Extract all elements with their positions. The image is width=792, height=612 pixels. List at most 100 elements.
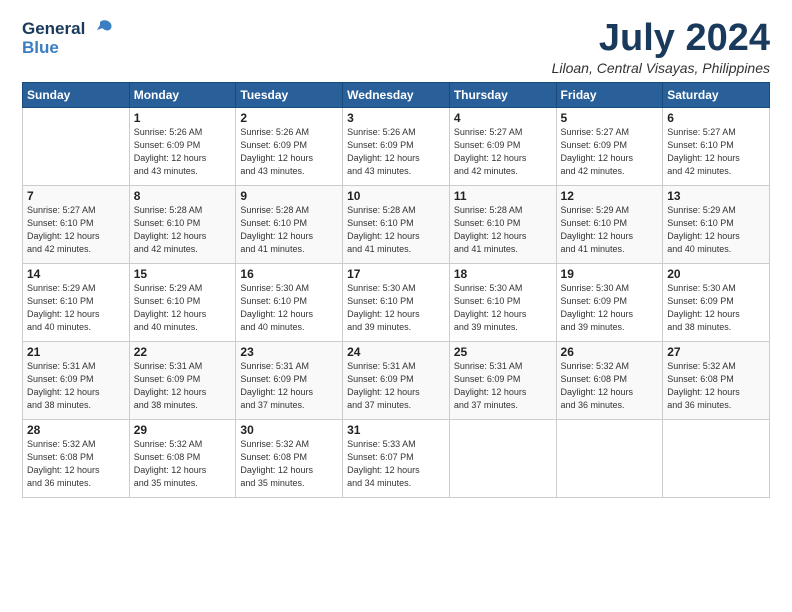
- logo-general: General: [22, 19, 85, 39]
- calendar-cell: 21Sunrise: 5:31 AM Sunset: 6:09 PM Dayli…: [23, 341, 130, 419]
- day-number: 22: [134, 345, 232, 359]
- calendar-cell: 9Sunrise: 5:28 AM Sunset: 6:10 PM Daylig…: [236, 185, 343, 263]
- dow-header-tuesday: Tuesday: [236, 82, 343, 107]
- dow-header-saturday: Saturday: [663, 82, 770, 107]
- day-info: Sunrise: 5:31 AM Sunset: 6:09 PM Dayligh…: [347, 360, 445, 412]
- day-number: 15: [134, 267, 232, 281]
- dow-header-thursday: Thursday: [449, 82, 556, 107]
- calendar-body: 1Sunrise: 5:26 AM Sunset: 6:09 PM Daylig…: [23, 107, 770, 497]
- day-info: Sunrise: 5:27 AM Sunset: 6:10 PM Dayligh…: [27, 204, 125, 256]
- location: Liloan, Central Visayas, Philippines: [552, 60, 770, 76]
- day-number: 4: [454, 111, 552, 125]
- day-info: Sunrise: 5:28 AM Sunset: 6:10 PM Dayligh…: [454, 204, 552, 256]
- day-number: 24: [347, 345, 445, 359]
- calendar-cell: 1Sunrise: 5:26 AM Sunset: 6:09 PM Daylig…: [129, 107, 236, 185]
- day-number: 2: [240, 111, 338, 125]
- day-number: 9: [240, 189, 338, 203]
- day-info: Sunrise: 5:30 AM Sunset: 6:10 PM Dayligh…: [240, 282, 338, 334]
- day-info: Sunrise: 5:31 AM Sunset: 6:09 PM Dayligh…: [454, 360, 552, 412]
- calendar-cell: 26Sunrise: 5:32 AM Sunset: 6:08 PM Dayli…: [556, 341, 663, 419]
- day-info: Sunrise: 5:26 AM Sunset: 6:09 PM Dayligh…: [347, 126, 445, 178]
- day-info: Sunrise: 5:27 AM Sunset: 6:10 PM Dayligh…: [667, 126, 765, 178]
- day-info: Sunrise: 5:29 AM Sunset: 6:10 PM Dayligh…: [561, 204, 659, 256]
- calendar-cell: 15Sunrise: 5:29 AM Sunset: 6:10 PM Dayli…: [129, 263, 236, 341]
- day-number: 3: [347, 111, 445, 125]
- calendar-cell: 3Sunrise: 5:26 AM Sunset: 6:09 PM Daylig…: [343, 107, 450, 185]
- day-number: 8: [134, 189, 232, 203]
- dow-header-wednesday: Wednesday: [343, 82, 450, 107]
- day-info: Sunrise: 5:26 AM Sunset: 6:09 PM Dayligh…: [134, 126, 232, 178]
- calendar-cell: 31Sunrise: 5:33 AM Sunset: 6:07 PM Dayli…: [343, 419, 450, 497]
- calendar-cell: 7Sunrise: 5:27 AM Sunset: 6:10 PM Daylig…: [23, 185, 130, 263]
- day-number: 5: [561, 111, 659, 125]
- calendar-week-1: 1Sunrise: 5:26 AM Sunset: 6:09 PM Daylig…: [23, 107, 770, 185]
- day-number: 30: [240, 423, 338, 437]
- logo-bird-icon: [87, 18, 113, 40]
- day-info: Sunrise: 5:33 AM Sunset: 6:07 PM Dayligh…: [347, 438, 445, 490]
- day-info: Sunrise: 5:32 AM Sunset: 6:08 PM Dayligh…: [240, 438, 338, 490]
- calendar-cell: 14Sunrise: 5:29 AM Sunset: 6:10 PM Dayli…: [23, 263, 130, 341]
- day-info: Sunrise: 5:30 AM Sunset: 6:09 PM Dayligh…: [561, 282, 659, 334]
- calendar-cell: 17Sunrise: 5:30 AM Sunset: 6:10 PM Dayli…: [343, 263, 450, 341]
- calendar-cell: 27Sunrise: 5:32 AM Sunset: 6:08 PM Dayli…: [663, 341, 770, 419]
- calendar-table: SundayMondayTuesdayWednesdayThursdayFrid…: [22, 82, 770, 498]
- day-info: Sunrise: 5:32 AM Sunset: 6:08 PM Dayligh…: [27, 438, 125, 490]
- day-number: 27: [667, 345, 765, 359]
- day-info: Sunrise: 5:30 AM Sunset: 6:09 PM Dayligh…: [667, 282, 765, 334]
- day-info: Sunrise: 5:30 AM Sunset: 6:10 PM Dayligh…: [454, 282, 552, 334]
- title-block: July 2024 Liloan, Central Visayas, Phili…: [552, 18, 770, 76]
- day-number: 23: [240, 345, 338, 359]
- day-number: 7: [27, 189, 125, 203]
- day-number: 13: [667, 189, 765, 203]
- day-info: Sunrise: 5:29 AM Sunset: 6:10 PM Dayligh…: [134, 282, 232, 334]
- day-info: Sunrise: 5:32 AM Sunset: 6:08 PM Dayligh…: [561, 360, 659, 412]
- calendar-cell: 19Sunrise: 5:30 AM Sunset: 6:09 PM Dayli…: [556, 263, 663, 341]
- day-info: Sunrise: 5:31 AM Sunset: 6:09 PM Dayligh…: [27, 360, 125, 412]
- calendar-cell: 10Sunrise: 5:28 AM Sunset: 6:10 PM Dayli…: [343, 185, 450, 263]
- day-info: Sunrise: 5:29 AM Sunset: 6:10 PM Dayligh…: [667, 204, 765, 256]
- day-info: Sunrise: 5:28 AM Sunset: 6:10 PM Dayligh…: [240, 204, 338, 256]
- calendar-cell: 13Sunrise: 5:29 AM Sunset: 6:10 PM Dayli…: [663, 185, 770, 263]
- calendar-cell: 30Sunrise: 5:32 AM Sunset: 6:08 PM Dayli…: [236, 419, 343, 497]
- day-number: 17: [347, 267, 445, 281]
- calendar-cell: 22Sunrise: 5:31 AM Sunset: 6:09 PM Dayli…: [129, 341, 236, 419]
- calendar-cell: 20Sunrise: 5:30 AM Sunset: 6:09 PM Dayli…: [663, 263, 770, 341]
- calendar-cell: [663, 419, 770, 497]
- calendar-week-2: 7Sunrise: 5:27 AM Sunset: 6:10 PM Daylig…: [23, 185, 770, 263]
- day-info: Sunrise: 5:31 AM Sunset: 6:09 PM Dayligh…: [134, 360, 232, 412]
- calendar-cell: 24Sunrise: 5:31 AM Sunset: 6:09 PM Dayli…: [343, 341, 450, 419]
- day-number: 12: [561, 189, 659, 203]
- calendar-cell: 23Sunrise: 5:31 AM Sunset: 6:09 PM Dayli…: [236, 341, 343, 419]
- day-number: 11: [454, 189, 552, 203]
- dow-header-friday: Friday: [556, 82, 663, 107]
- calendar-cell: 25Sunrise: 5:31 AM Sunset: 6:09 PM Dayli…: [449, 341, 556, 419]
- day-info: Sunrise: 5:32 AM Sunset: 6:08 PM Dayligh…: [134, 438, 232, 490]
- logo-blue: Blue: [22, 38, 113, 58]
- day-info: Sunrise: 5:29 AM Sunset: 6:10 PM Dayligh…: [27, 282, 125, 334]
- day-info: Sunrise: 5:27 AM Sunset: 6:09 PM Dayligh…: [561, 126, 659, 178]
- calendar-cell: 29Sunrise: 5:32 AM Sunset: 6:08 PM Dayli…: [129, 419, 236, 497]
- day-info: Sunrise: 5:27 AM Sunset: 6:09 PM Dayligh…: [454, 126, 552, 178]
- calendar-cell: [449, 419, 556, 497]
- day-number: 1: [134, 111, 232, 125]
- days-of-week-row: SundayMondayTuesdayWednesdayThursdayFrid…: [23, 82, 770, 107]
- day-info: Sunrise: 5:31 AM Sunset: 6:09 PM Dayligh…: [240, 360, 338, 412]
- day-number: 31: [347, 423, 445, 437]
- day-number: 29: [134, 423, 232, 437]
- calendar-cell: [556, 419, 663, 497]
- day-info: Sunrise: 5:26 AM Sunset: 6:09 PM Dayligh…: [240, 126, 338, 178]
- day-info: Sunrise: 5:30 AM Sunset: 6:10 PM Dayligh…: [347, 282, 445, 334]
- day-info: Sunrise: 5:32 AM Sunset: 6:08 PM Dayligh…: [667, 360, 765, 412]
- calendar-cell: 5Sunrise: 5:27 AM Sunset: 6:09 PM Daylig…: [556, 107, 663, 185]
- calendar-week-3: 14Sunrise: 5:29 AM Sunset: 6:10 PM Dayli…: [23, 263, 770, 341]
- calendar-cell: 11Sunrise: 5:28 AM Sunset: 6:10 PM Dayli…: [449, 185, 556, 263]
- calendar-cell: 28Sunrise: 5:32 AM Sunset: 6:08 PM Dayli…: [23, 419, 130, 497]
- calendar-week-5: 28Sunrise: 5:32 AM Sunset: 6:08 PM Dayli…: [23, 419, 770, 497]
- calendar-cell: 4Sunrise: 5:27 AM Sunset: 6:09 PM Daylig…: [449, 107, 556, 185]
- day-info: Sunrise: 5:28 AM Sunset: 6:10 PM Dayligh…: [347, 204, 445, 256]
- calendar-cell: 2Sunrise: 5:26 AM Sunset: 6:09 PM Daylig…: [236, 107, 343, 185]
- day-number: 16: [240, 267, 338, 281]
- calendar-cell: 16Sunrise: 5:30 AM Sunset: 6:10 PM Dayli…: [236, 263, 343, 341]
- day-number: 19: [561, 267, 659, 281]
- day-number: 21: [27, 345, 125, 359]
